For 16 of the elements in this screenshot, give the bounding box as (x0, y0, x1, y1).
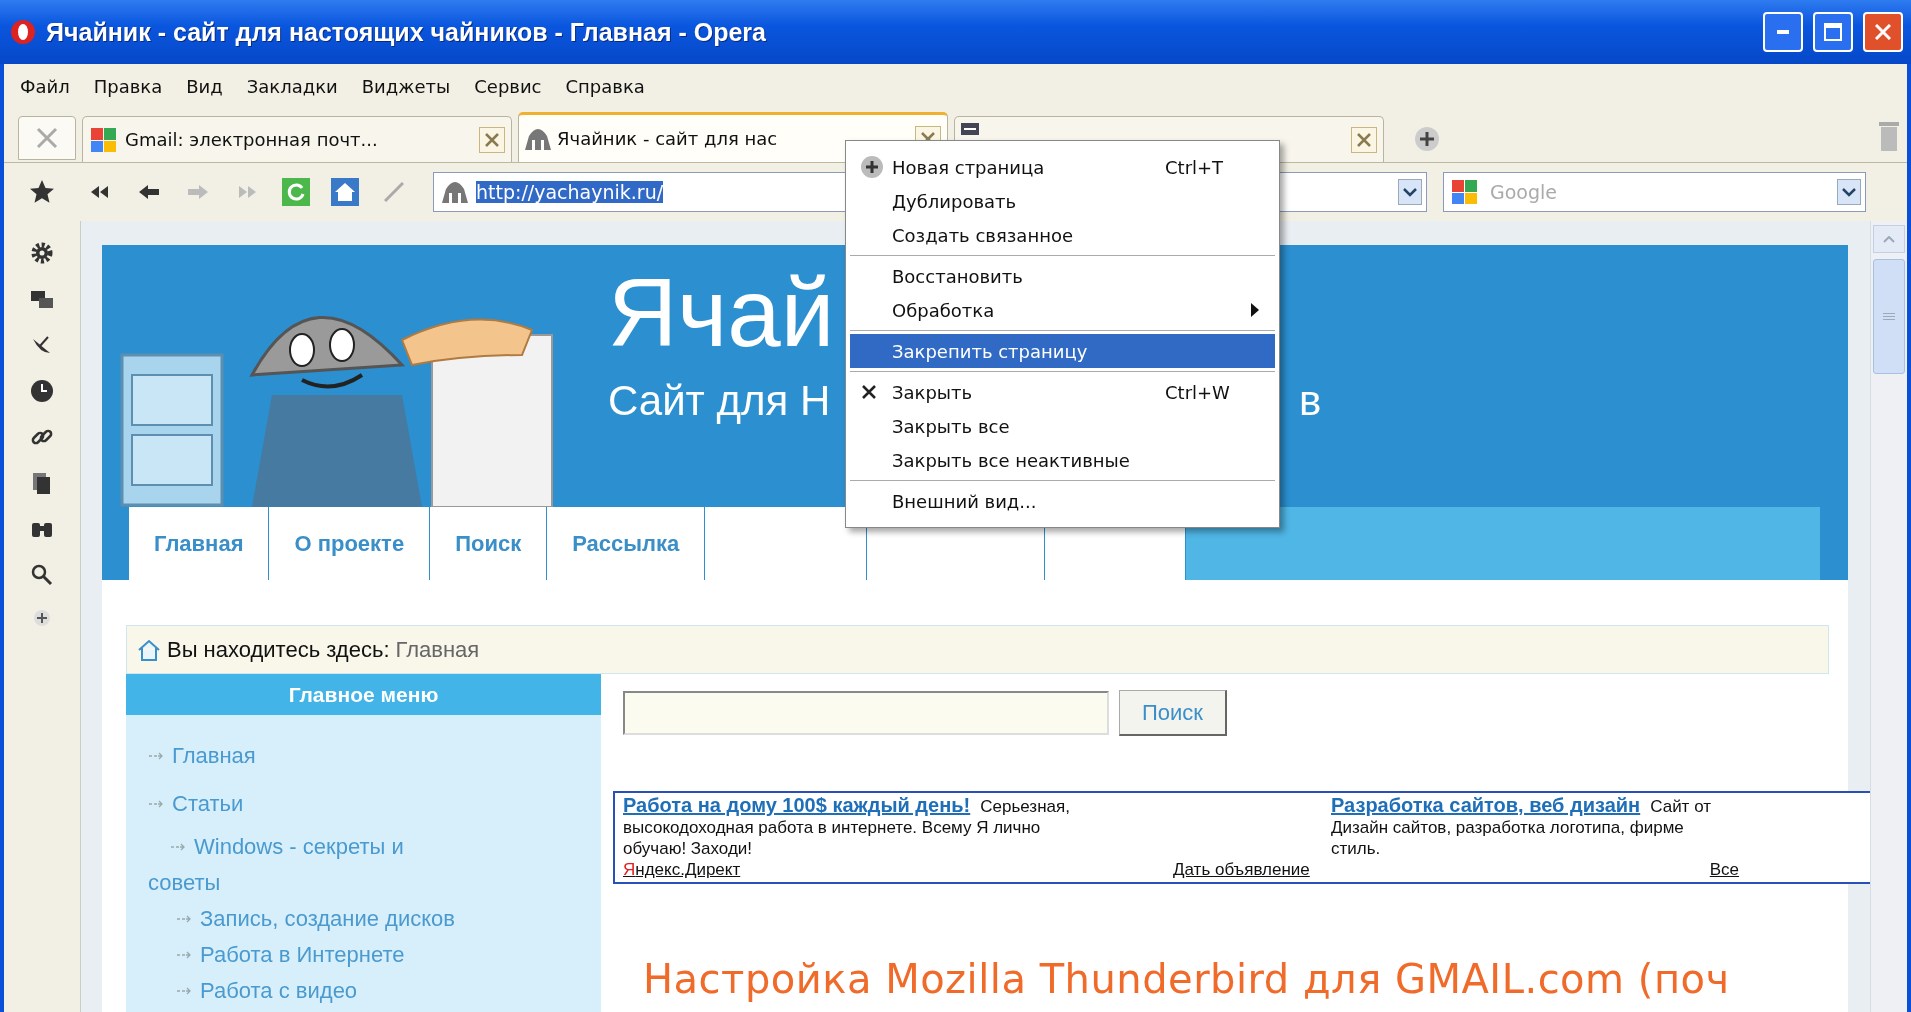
tab-title: Gmail: электронная почт... (125, 129, 379, 150)
window-title: Ячайник - сайт для настоящих чайников - Главная - Opera (46, 17, 767, 47)
site-title: Ячай (608, 259, 835, 366)
ad-text: Дизайн сайтов, разработка логотипа, фирме (1331, 818, 1684, 837)
ad-text: Серьезная, (980, 797, 1070, 816)
breadcrumb-current: Главная (395, 636, 480, 663)
ad-text: стиль. (1331, 839, 1381, 858)
breadcrumb-label: Вы находитесь здесь: (167, 636, 390, 663)
article-title: Настройка Mozilla Thunderbird для GMAIL.com (поч (643, 956, 1731, 1002)
tab-title: Ячайник - сайт для нас (557, 128, 779, 149)
ad-text: обучаю! Заходи! (623, 839, 753, 858)
site-subtitle: Сайт для Н (608, 377, 831, 424)
ad-text: Сайт от (1650, 797, 1711, 816)
main-menu-title: Главное меню (126, 674, 601, 715)
ad-text: высокодоходная работа в интернете. Всему Я лично (623, 818, 1041, 837)
site-subtitle: в (1299, 377, 1322, 425)
